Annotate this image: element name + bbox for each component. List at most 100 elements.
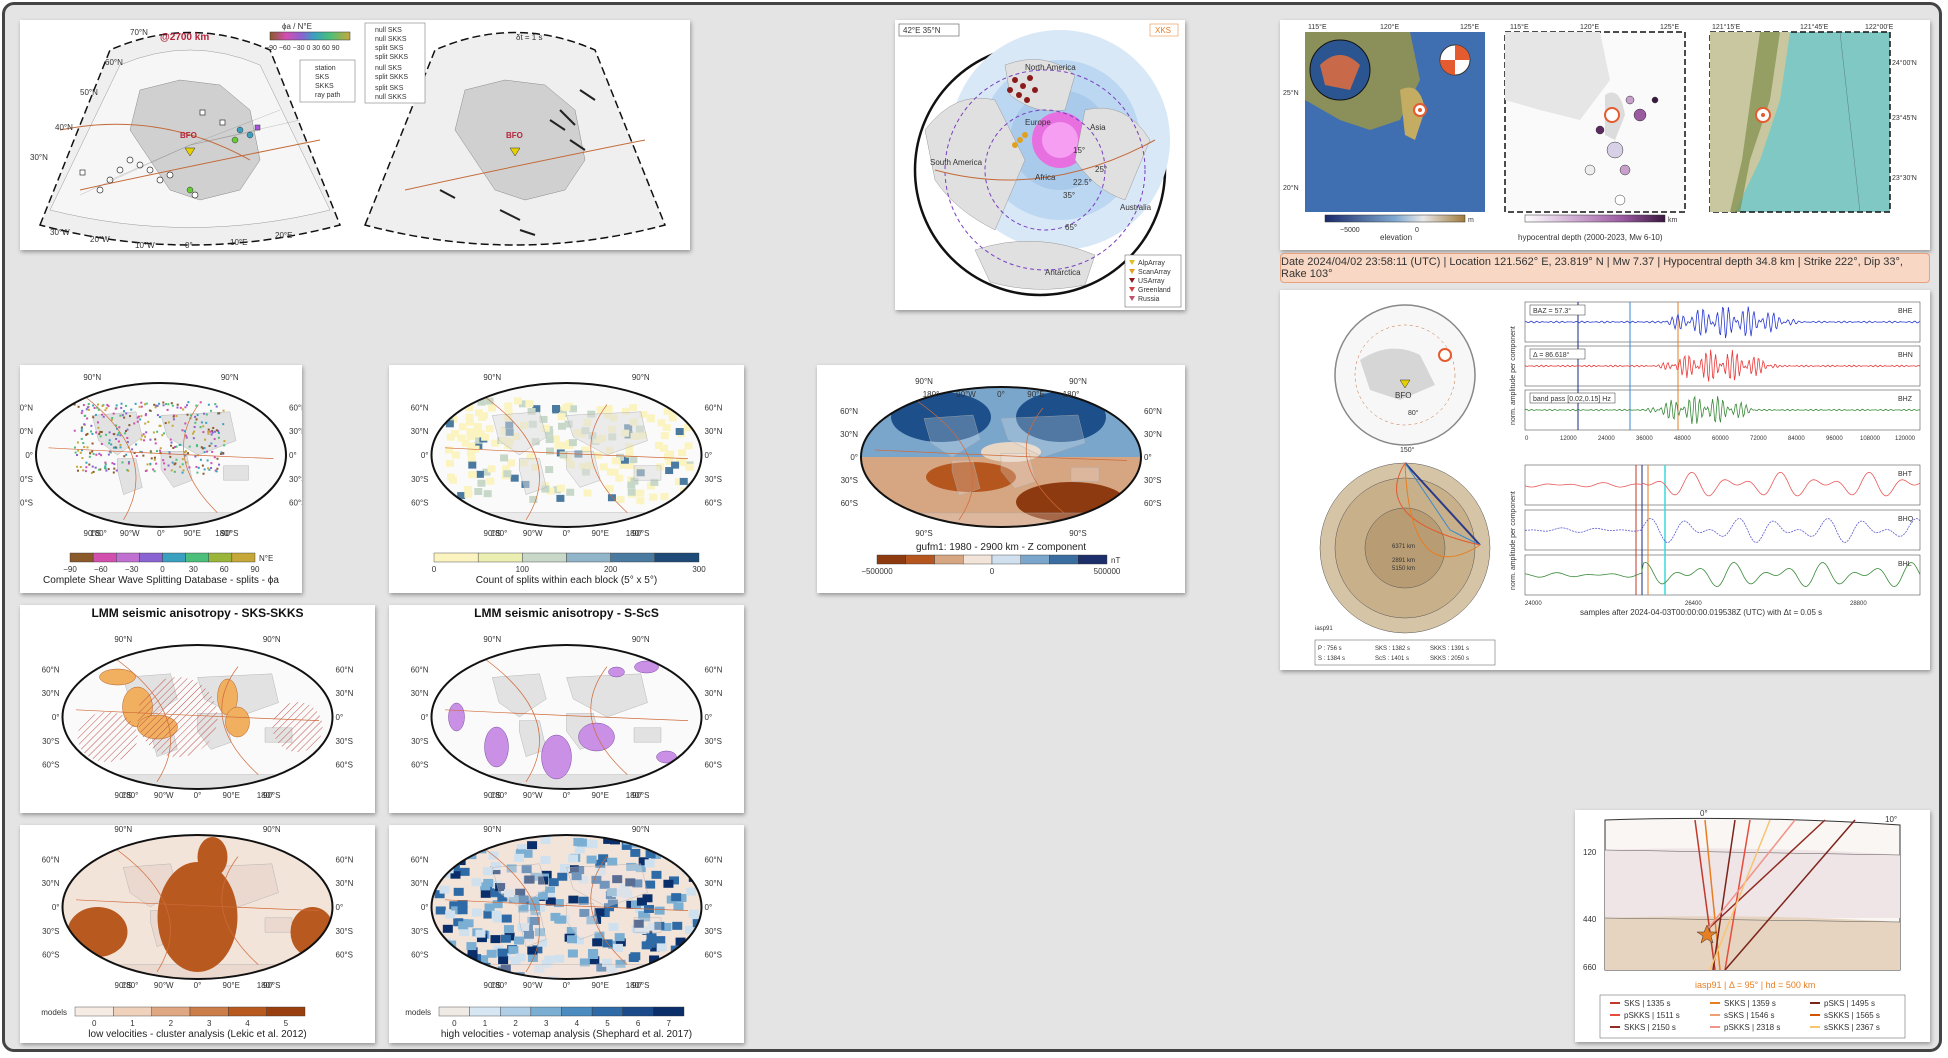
high-velocity-cell [607, 857, 618, 866]
count-block [675, 428, 684, 436]
lat-label: 30°S [336, 927, 353, 936]
svg-text:SKKS : 2050 s: SKKS : 2050 s [1430, 656, 1469, 662]
split-marker [80, 429, 83, 432]
split-marker [80, 427, 83, 430]
svg-text:24000: 24000 [1525, 601, 1542, 607]
split-marker [184, 422, 187, 425]
lat-label: 60°S [411, 951, 428, 960]
lmm-sks-map: LMM seismic anisotropy - SKS-SKKS 60°N 60°… [42, 606, 354, 800]
colorbar-tick: 4 [575, 1019, 580, 1028]
globe-coord: 42°E 35°N [903, 26, 941, 35]
split-marker [144, 414, 147, 417]
lat-label: 30°N [42, 689, 60, 698]
split-marker [129, 415, 132, 418]
split-marker [202, 431, 205, 434]
lat-label: 0° [336, 903, 344, 912]
split-marker [165, 403, 168, 406]
count-block [481, 433, 490, 441]
svg-text:108000: 108000 [1860, 436, 1881, 442]
hatched-region [272, 702, 323, 752]
high-velocity-cell [689, 868, 700, 877]
count-block [611, 457, 620, 465]
count-block [507, 459, 516, 467]
high-velocity-cell [497, 948, 508, 957]
svg-text:120000: 120000 [1895, 436, 1916, 442]
split-marker [215, 429, 218, 432]
colorbar-tick: −60 [94, 565, 108, 574]
count-block [615, 474, 624, 482]
lon-label: 90°W [154, 981, 174, 990]
split-marker [73, 446, 76, 449]
lon-label: 90°W [523, 791, 543, 800]
split-marker [210, 433, 213, 436]
lat-label: 30°S [289, 475, 302, 484]
split-marker [210, 467, 213, 470]
split-marker [199, 426, 202, 429]
lat-label: 30°N [20, 427, 33, 436]
anisotropy-region [448, 702, 465, 732]
high-velocity-cell [612, 943, 623, 952]
svg-text:S : 1384 s: S : 1384 s [1318, 656, 1345, 662]
split-marker [105, 469, 108, 472]
colorbar-label: models [405, 1008, 431, 1017]
svg-text:10°W: 10°W [135, 241, 155, 250]
lat-label: 60°S [336, 951, 353, 960]
split-marker [92, 470, 95, 473]
split-marker [210, 409, 213, 412]
split-marker [169, 455, 172, 458]
svg-text:72000: 72000 [1750, 436, 1767, 442]
colorbar-tick: 0 [990, 567, 995, 576]
low-velocity-panel: 60°N 60°N 30°N 30°N 0° 0° 30°S 30°S 60°S 60°S 90°N… [20, 825, 375, 1043]
count-block [557, 413, 566, 421]
high-velocity-cell [644, 859, 655, 868]
split-marker [111, 462, 114, 465]
colorbar-tick: 500000 [1094, 567, 1121, 576]
split-marker [210, 442, 213, 445]
colorbar-tick: 60 [220, 565, 229, 574]
svg-text:SKKS : 1391 s: SKKS : 1391 s [1430, 646, 1469, 652]
svg-text:80°: 80° [1408, 409, 1419, 417]
split-marker [100, 442, 103, 445]
depth-colorbar [1524, 214, 1666, 223]
split-marker [140, 401, 143, 404]
continent [264, 917, 293, 933]
high-velocity-cell [557, 872, 568, 881]
svg-text:SKS: SKS [315, 74, 329, 81]
count-block [458, 423, 467, 431]
high-velocity-cell [452, 835, 463, 844]
high-velocity-cell [554, 954, 565, 963]
colorbar-caption: high velocities - votemap analysis (Shep… [441, 1029, 692, 1040]
svg-text:Africa: Africa [1035, 173, 1056, 182]
high-velocity-cell [693, 874, 702, 883]
split-marker [123, 455, 126, 458]
split-marker [95, 453, 98, 456]
high-velocity-cell [701, 917, 702, 926]
count-block [671, 461, 680, 469]
lat-label: 60°S [1144, 499, 1161, 508]
high-velocity-cell [656, 943, 667, 952]
split-marker [140, 438, 143, 441]
split-marker [202, 472, 205, 475]
lon-label: 180° [626, 529, 643, 538]
split-marker [88, 463, 91, 466]
lat-label: 60°S [42, 761, 59, 770]
svg-text:30°N: 30°N [30, 153, 48, 162]
lon-label: 90°W [523, 981, 543, 990]
split-marker [107, 453, 110, 456]
split-marker [210, 462, 213, 465]
lon-label: 90°E [592, 529, 609, 538]
count-block [445, 496, 454, 504]
svg-text:BHT: BHT [1898, 471, 1913, 478]
split-marker [88, 455, 91, 458]
lon-label: 90°E [223, 791, 240, 800]
high-velocity-cell [566, 935, 577, 944]
split-marker [94, 466, 97, 469]
lat-label: 30°N [840, 430, 858, 439]
lat-label: 60°N [1144, 407, 1162, 416]
station-label: BFO [180, 131, 197, 140]
lon-label: 180° [90, 529, 107, 538]
count-block [510, 474, 519, 482]
split-marker [108, 431, 111, 434]
high-velocity-cell [567, 949, 578, 958]
count-block [465, 418, 474, 426]
